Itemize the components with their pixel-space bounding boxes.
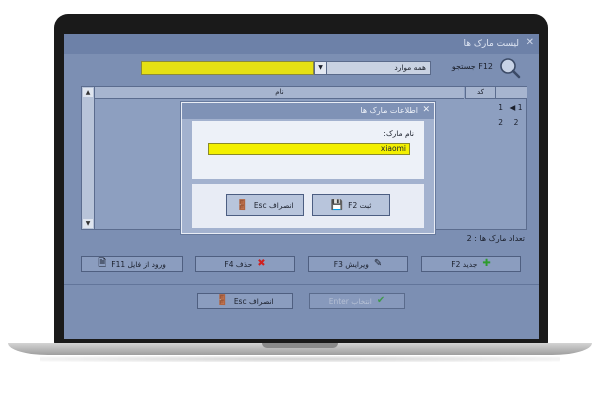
row-indicator: ◀ 1	[509, 103, 523, 112]
file-import-icon: 🗎	[98, 258, 107, 269]
dialog-save-button[interactable]: ثبت F2 💾	[312, 194, 390, 216]
import-file-button[interactable]: ورود از فایل F11 🗎	[81, 256, 183, 272]
delete-x-icon: ✖	[257, 258, 266, 269]
dialog-close-icon[interactable]: ✕	[422, 105, 430, 115]
close-icon[interactable]: ✕	[526, 37, 534, 48]
search-icon[interactable]	[499, 57, 521, 79]
select-button[interactable]: ✔ انتخاب Enter	[309, 293, 405, 309]
brand-name-input[interactable]: xiaomi	[208, 143, 410, 155]
dialog-title: اطلاعات مارک ها	[360, 106, 418, 115]
window-title: لیست مارک ها	[463, 39, 520, 49]
exit-door-icon: 🚪	[236, 199, 249, 211]
laptop-notch	[262, 343, 338, 348]
search-input[interactable]	[141, 61, 314, 75]
window-titlebar: ✕ لیست مارک ها	[64, 34, 539, 54]
brand-info-dialog: ✕ اطلاعات مارک ها نام مارک: xiaomi ثبت F…	[181, 102, 435, 234]
cancel-button-label: انصراف Esc	[233, 296, 274, 306]
dialog-cancel-button[interactable]: انصراف Esc 🚪	[226, 194, 304, 216]
exit-door-icon: 🚪	[216, 295, 229, 306]
record-count: تعداد مارک ها : 2	[466, 234, 525, 243]
footer-divider	[64, 284, 539, 285]
filter-value: همه موارد	[394, 63, 426, 72]
brand-name-label: نام مارک:	[383, 129, 414, 138]
select-button-label: انتخاب Enter	[328, 296, 372, 306]
filter-dropdown[interactable]: ▼ همه موارد	[314, 61, 431, 75]
search-row: جستجو F12 ▼ همه موارد	[64, 56, 539, 82]
dialog-footer: ثبت F2 💾 انصراف Esc 🚪	[192, 184, 424, 228]
scroll-up-icon[interactable]: ▲	[83, 88, 93, 97]
vertical-scrollbar[interactable]: ▲ ▼	[82, 87, 95, 229]
new-button[interactable]: ✚ جدید F2	[421, 256, 521, 272]
row-code: 2	[498, 118, 503, 127]
app-window: ✕ لیست مارک ها جستجو F12 ▼ همه موارد ▲ ▼…	[64, 34, 539, 339]
dialog-cancel-label: انصراف Esc	[253, 200, 294, 210]
laptop-shadow	[40, 356, 560, 362]
row-code: 1	[498, 103, 503, 112]
plus-icon: ✚	[482, 258, 491, 269]
new-button-label: جدید F2	[451, 259, 478, 269]
delete-button[interactable]: ✖ حذف F4	[195, 256, 295, 272]
search-label: جستجو F12	[451, 62, 493, 71]
column-header-code[interactable]: کد	[465, 87, 495, 99]
delete-button-label: حذف F4	[224, 259, 253, 269]
dialog-save-label: ثبت F2	[348, 200, 372, 210]
edit-button-label: ویرایش F3	[333, 259, 369, 269]
edit-button[interactable]: ✎ ویرایش F3	[308, 256, 408, 272]
row-indicator: 2	[513, 118, 519, 127]
column-header-indicator	[495, 87, 527, 99]
cancel-button[interactable]: انصراف Esc 🚪	[197, 293, 293, 309]
scroll-down-icon[interactable]: ▼	[83, 219, 93, 228]
dialog-body: نام مارک: xiaomi	[192, 121, 424, 179]
column-header-name[interactable]: نام	[95, 87, 464, 99]
import-button-label: ورود از فایل F11	[111, 259, 166, 269]
floppy-disk-icon: 💾	[330, 199, 344, 211]
pencil-icon: ✎	[373, 258, 383, 269]
check-icon: ✔	[376, 295, 386, 306]
dialog-titlebar: ✕ اطلاعات مارک ها	[182, 103, 434, 119]
brand-name-value: xiaomi	[380, 144, 406, 153]
chevron-down-icon[interactable]: ▼	[315, 62, 327, 74]
